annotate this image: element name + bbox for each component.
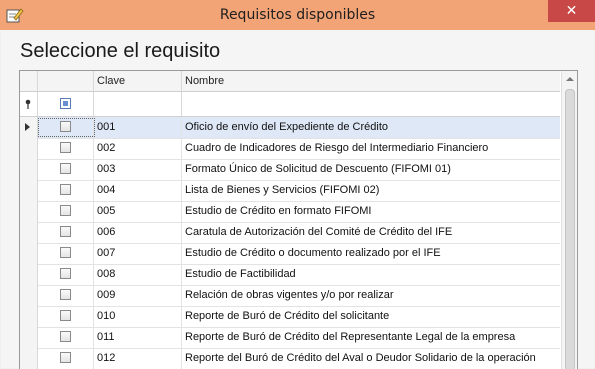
select-all-checkbox[interactable] bbox=[60, 98, 71, 109]
row-indicator[interactable] bbox=[20, 243, 38, 264]
table-row[interactable]: 003 Formato Único de Solicitud de Descuen… bbox=[20, 159, 560, 181]
clave-cell: 006 bbox=[97, 226, 116, 238]
row-indicator[interactable] bbox=[20, 117, 38, 138]
table-row[interactable]: 011 Reporte de Buró de Crédito del Repres… bbox=[20, 327, 560, 349]
row-checkbox[interactable] bbox=[60, 184, 71, 195]
clave-cell: 009 bbox=[97, 289, 116, 301]
table-row[interactable]: 008 Estudio de Factibilidad bbox=[20, 264, 560, 286]
row-checkbox[interactable] bbox=[60, 205, 71, 216]
row-indicator[interactable] bbox=[20, 306, 38, 327]
row-checkbox[interactable] bbox=[60, 289, 71, 300]
row-indicator[interactable] bbox=[20, 159, 38, 180]
table-row[interactable]: 007 Estudio de Crédito o documento realiz… bbox=[20, 243, 560, 265]
clave-cell: 001 bbox=[97, 121, 116, 133]
clave-cell: 003 bbox=[97, 163, 116, 175]
nombre-cell: Reporte de Buró de Crédito del solicitan… bbox=[185, 310, 390, 322]
nombre-cell: Estudio de Factibilidad bbox=[185, 268, 296, 280]
nombre-cell: Reporte de Buró de Crédito del Represent… bbox=[185, 331, 516, 343]
row-checkbox[interactable] bbox=[60, 331, 71, 342]
clave-cell: 011 bbox=[97, 331, 115, 343]
row-checkbox[interactable] bbox=[60, 352, 71, 363]
close-button[interactable]: ✕ bbox=[548, 0, 595, 22]
row-checkbox[interactable] bbox=[60, 310, 71, 321]
title-bar: Requisitos disponibles ✕ bbox=[0, 0, 595, 30]
table-row[interactable]: 005 Estudio de Crédito en formato FIFOMI bbox=[20, 201, 560, 223]
nombre-cell: Estudio de Crédito o documento realizado… bbox=[185, 247, 441, 259]
nombre-cell: Estudio de Crédito en formato FIFOMI bbox=[185, 205, 372, 217]
clave-cell: 007 bbox=[97, 247, 116, 259]
clave-cell: 010 bbox=[97, 310, 116, 322]
row-indicator[interactable] bbox=[20, 180, 38, 201]
row-indicator[interactable] bbox=[20, 222, 38, 243]
table-row[interactable]: 010 Reporte de Buró de Crédito del solici… bbox=[20, 306, 560, 328]
nombre-cell: Lista de Bienes y Servicios (FIFOMI 02) bbox=[185, 184, 380, 196]
row-indicator[interactable] bbox=[20, 264, 38, 285]
current-row-arrow-icon bbox=[25, 123, 30, 131]
filter-pin-icon bbox=[25, 99, 31, 109]
window-title: Requisitos disponibles bbox=[219, 7, 376, 23]
table-row[interactable]: 006 Caratula de Autorización del Comité d… bbox=[20, 222, 560, 244]
scrollbar-thumb[interactable] bbox=[565, 89, 575, 369]
row-checkbox[interactable] bbox=[60, 268, 71, 279]
row-indicator[interactable] bbox=[20, 138, 38, 159]
nombre-cell: Relación de obras vigentes y/o por reali… bbox=[185, 289, 394, 301]
column-header-clave[interactable]: Clave bbox=[97, 71, 125, 91]
nombre-filter-input[interactable] bbox=[182, 92, 560, 116]
row-indicator[interactable] bbox=[20, 285, 38, 306]
nombre-cell: Oficio de envío del Expediente de Crédit… bbox=[185, 121, 389, 133]
row-checkbox[interactable] bbox=[60, 226, 71, 237]
clave-cell: 005 bbox=[97, 205, 116, 217]
page-title: Seleccione el requisito bbox=[20, 40, 221, 62]
nombre-cell: Reporte del Buró de Crédito del Aval o D… bbox=[185, 352, 536, 364]
requisitos-grid: Clave Nombre 001 Oficio de envío del Expe… bbox=[19, 70, 578, 369]
row-indicator[interactable] bbox=[20, 348, 38, 369]
scroll-up-icon[interactable] bbox=[566, 77, 574, 81]
row-indicator[interactable] bbox=[20, 327, 38, 348]
grid-header: Clave Nombre bbox=[20, 71, 560, 92]
clave-cell: 012 bbox=[97, 352, 116, 364]
row-checkbox[interactable] bbox=[60, 247, 71, 258]
nombre-cell: Caratula de Autorización del Comité de C… bbox=[185, 226, 453, 238]
table-row[interactable]: 004 Lista de Bienes y Servicios (FIFOMI 0… bbox=[20, 180, 560, 202]
nombre-cell: Cuadro de Indicadores de Riesgo del Inte… bbox=[185, 142, 489, 154]
table-row[interactable]: 002 Cuadro de Indicadores de Riesgo del I… bbox=[20, 138, 560, 160]
row-checkbox[interactable] bbox=[60, 142, 71, 153]
auto-filter-row bbox=[20, 92, 560, 117]
table-row[interactable]: 009 Relación de obras vigentes y/o por re… bbox=[20, 285, 560, 307]
column-header-nombre[interactable]: Nombre bbox=[185, 71, 224, 91]
clave-cell: 002 bbox=[97, 142, 116, 154]
clave-cell: 008 bbox=[97, 268, 116, 280]
row-indicator[interactable] bbox=[20, 201, 38, 222]
clave-cell: 004 bbox=[97, 184, 116, 196]
table-row[interactable]: 001 Oficio de envío del Expediente de Cré… bbox=[20, 117, 560, 139]
row-checkbox[interactable] bbox=[60, 121, 71, 132]
nombre-cell: Formato Único de Solicitud de Descuento … bbox=[185, 163, 451, 175]
vertical-scrollbar[interactable] bbox=[561, 71, 577, 369]
clave-filter-input[interactable] bbox=[94, 92, 181, 116]
table-row[interactable]: 012 Reporte del Buró de Crédito del Aval … bbox=[20, 348, 560, 369]
row-checkbox[interactable] bbox=[60, 163, 71, 174]
